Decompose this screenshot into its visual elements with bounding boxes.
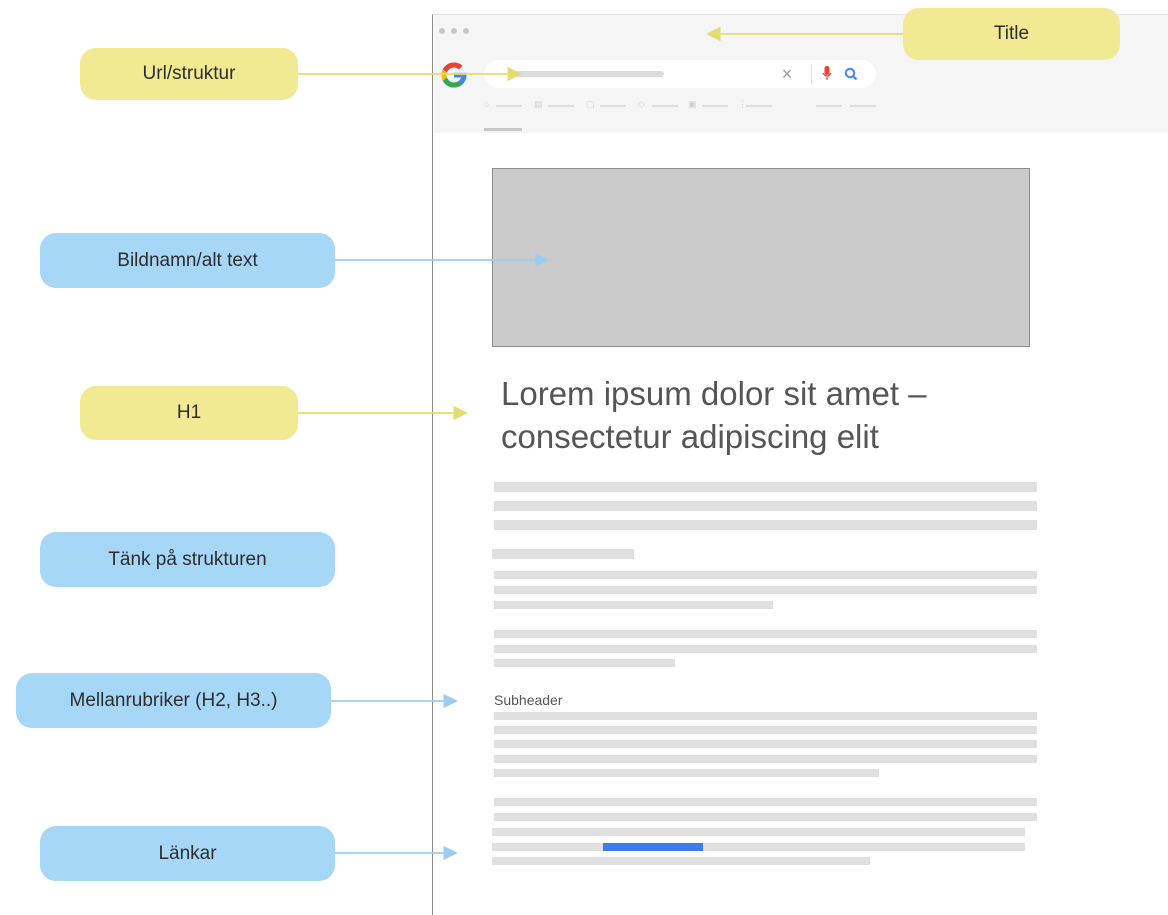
- connector-arrows: [298, 26, 903, 861]
- label-title: Title: [903, 8, 1120, 60]
- label-h1: H1: [80, 386, 298, 440]
- label-subheadings: Mellanrubriker (H2, H3..): [16, 673, 331, 728]
- label-url: Url/struktur: [80, 48, 298, 100]
- label-structure: Tänk på strukturen: [40, 532, 335, 587]
- label-links: Länkar: [40, 826, 335, 881]
- label-image-alt: Bildnamn/alt text: [40, 233, 335, 288]
